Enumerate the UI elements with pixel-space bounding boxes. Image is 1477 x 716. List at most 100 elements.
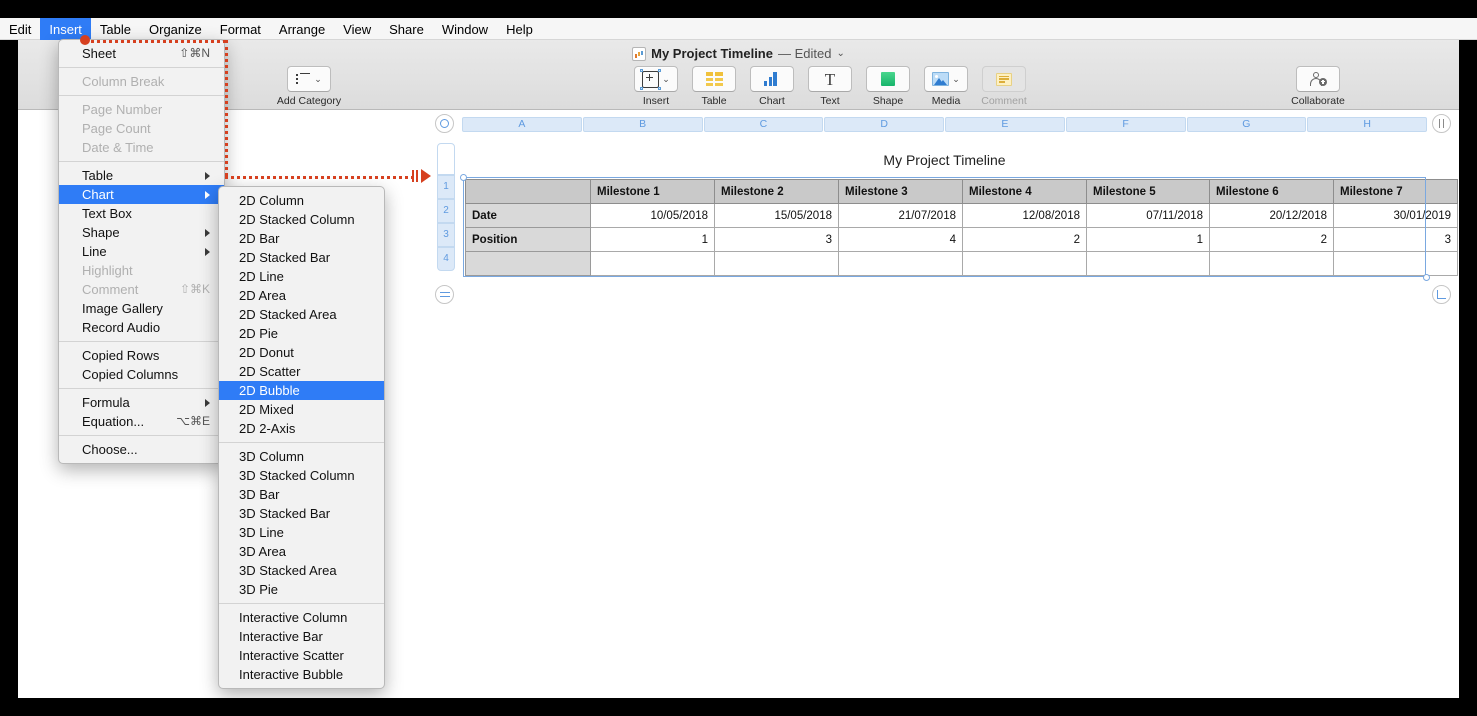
row-header-1[interactable]: 1	[437, 175, 455, 199]
document-title-bar[interactable]: My Project Timeline — Edited ⌄	[18, 46, 1459, 61]
chart-menu-item-2d-column[interactable]: 2D Column	[219, 191, 384, 210]
chart-menu-item-3d-column[interactable]: 3D Column	[219, 447, 384, 466]
table-cell[interactable]: 12/08/2018	[963, 204, 1087, 228]
column-header-d[interactable]: D	[824, 117, 944, 132]
chevron-down-icon[interactable]: ⌄	[662, 75, 670, 84]
table-cell[interactable]: 10/05/2018	[591, 204, 715, 228]
menu-bar-item-table[interactable]: Table	[91, 18, 140, 40]
table-button[interactable]	[692, 66, 736, 92]
chevron-down-icon[interactable]: ⌄	[314, 75, 322, 84]
menu-bar-item-arrange[interactable]: Arrange	[270, 18, 334, 40]
select-all-knob[interactable]	[435, 114, 454, 133]
toolbar-media[interactable]: ⌄ Media	[920, 66, 972, 107]
table-header-cell[interactable]: Milestone 6	[1210, 180, 1334, 204]
insert-menu-item-sheet[interactable]: Sheet⇧⌘N	[59, 44, 224, 63]
chart-menu-item-2d-scatter[interactable]: 2D Scatter	[219, 362, 384, 381]
menu-bar-item-edit[interactable]: Edit	[0, 18, 40, 40]
chart-menu-item-2d-mixed[interactable]: 2D Mixed	[219, 400, 384, 419]
text-button[interactable]: T	[808, 66, 852, 92]
chart-menu-item-2d-stacked-column[interactable]: 2D Stacked Column	[219, 210, 384, 229]
table-cell[interactable]: 20/12/2018	[1210, 204, 1334, 228]
chart-button[interactable]	[750, 66, 794, 92]
table-header-cell[interactable]: Milestone 2	[715, 180, 839, 204]
shape-button[interactable]	[866, 66, 910, 92]
table-header-cell[interactable]: Milestone 5	[1087, 180, 1210, 204]
chart-menu-item-interactive-bubble[interactable]: Interactive Bubble	[219, 665, 384, 684]
add-category-button[interactable]: ⌄	[287, 66, 331, 92]
table-cell[interactable]	[1334, 252, 1458, 276]
table-row-label[interactable]: Date	[466, 204, 591, 228]
add-rows-knob[interactable]	[435, 285, 454, 304]
chart-menu-item-2d-bubble[interactable]: 2D Bubble	[219, 381, 384, 400]
insert-menu[interactable]: Sheet⇧⌘NColumn BreakPage NumberPage Coun…	[58, 39, 225, 464]
column-header-f[interactable]: F	[1066, 117, 1186, 132]
table-cell[interactable]	[839, 252, 963, 276]
table-cell[interactable]: 30/01/2019	[1334, 204, 1458, 228]
chart-menu-item-2d-2-axis[interactable]: 2D 2-Axis	[219, 419, 384, 438]
insert-menu-item-formula[interactable]: Formula	[59, 393, 224, 412]
table-cell[interactable]: 3	[1334, 228, 1458, 252]
table-cell[interactable]: 21/07/2018	[839, 204, 963, 228]
chart-type-submenu[interactable]: 2D Column2D Stacked Column2D Bar 2D Stack…	[218, 186, 385, 689]
collaborate-button[interactable]	[1296, 66, 1340, 92]
table-cell[interactable]	[1087, 252, 1210, 276]
menu-bar-item-view[interactable]: View	[334, 18, 380, 40]
menu-bar-item-window[interactable]: Window	[433, 18, 497, 40]
toolbar-chart[interactable]: Chart	[746, 66, 798, 107]
column-header-h[interactable]: H	[1307, 117, 1427, 132]
toolbar-collaborate[interactable]: Collaborate	[1276, 66, 1360, 107]
chart-menu-item-2d-area[interactable]: 2D Area	[219, 286, 384, 305]
insert-menu-item-record-audio[interactable]: Record Audio	[59, 318, 224, 337]
chart-menu-item-3d-pie[interactable]: 3D Pie	[219, 580, 384, 599]
table-cell[interactable]: 15/05/2018	[715, 204, 839, 228]
insert-menu-item-copied-rows[interactable]: Copied Rows	[59, 346, 224, 365]
chart-menu-item-3d-stacked-area[interactable]: 3D Stacked Area	[219, 561, 384, 580]
chart-menu-item-interactive-scatter[interactable]: Interactive Scatter	[219, 646, 384, 665]
chevron-down-icon[interactable]: ⌄	[836, 48, 844, 59]
table-cell[interactable]	[591, 252, 715, 276]
selection-handle-tl[interactable]	[460, 174, 467, 181]
column-header-a[interactable]: A	[462, 117, 582, 132]
insert-menu-item-chart[interactable]: Chart	[59, 185, 224, 204]
chart-menu-item-interactive-column[interactable]: Interactive Column	[219, 608, 384, 627]
table-cell[interactable]: 2	[963, 228, 1087, 252]
menu-bar-item-format[interactable]: Format	[211, 18, 270, 40]
table-header-cell[interactable]: Milestone 3	[839, 180, 963, 204]
table-row-label[interactable]: Position	[466, 228, 591, 252]
toolbar-add-category[interactable]: ⌄ Add Category	[266, 66, 352, 107]
insert-menu-item-shape[interactable]: Shape	[59, 223, 224, 242]
chart-menu-item-3d-area[interactable]: 3D Area	[219, 542, 384, 561]
selection-handle-br[interactable]	[1423, 274, 1430, 281]
chart-menu-item-2d-donut[interactable]: 2D Donut	[219, 343, 384, 362]
insert-menu-item-table[interactable]: Table	[59, 166, 224, 185]
row-header-4[interactable]: 4	[437, 247, 455, 271]
table-cell[interactable]: 07/11/2018	[1087, 204, 1210, 228]
column-header-e[interactable]: E	[945, 117, 1065, 132]
chart-menu-item-3d-bar[interactable]: 3D Bar	[219, 485, 384, 504]
menu-bar-item-insert[interactable]: Insert	[40, 18, 91, 40]
chart-menu-item-2d-pie[interactable]: 2D Pie	[219, 324, 384, 343]
chart-menu-item-3d-stacked-column[interactable]: 3D Stacked Column	[219, 466, 384, 485]
table-cell[interactable]: 2	[1210, 228, 1334, 252]
column-header-g[interactable]: G	[1187, 117, 1307, 132]
table-cell[interactable]	[715, 252, 839, 276]
chart-menu-item-2d-stacked-area[interactable]: 2D Stacked Area	[219, 305, 384, 324]
insert-menu-item-equation[interactable]: Equation...⌥⌘E	[59, 412, 224, 431]
chart-menu-item-2d-line[interactable]: 2D Line	[219, 267, 384, 286]
table-header-cell[interactable]: Milestone 7	[1334, 180, 1458, 204]
table-header-cell[interactable]: Milestone 4	[963, 180, 1087, 204]
insert-menu-item-line[interactable]: Line	[59, 242, 224, 261]
table-header-cell[interactable]: Milestone 1	[591, 180, 715, 204]
table-cell[interactable]: 1	[591, 228, 715, 252]
chart-menu-item-interactive-bar[interactable]: Interactive Bar	[219, 627, 384, 646]
toolbar-text[interactable]: T Text	[804, 66, 856, 107]
add-columns-knob[interactable]	[1432, 114, 1451, 133]
row-header-3[interactable]: 3	[437, 223, 455, 247]
insert-menu-item-choose[interactable]: Choose...	[59, 440, 224, 459]
column-header-b[interactable]: B	[583, 117, 703, 132]
toolbar-table[interactable]: Table	[688, 66, 740, 107]
table-corner-cell[interactable]	[466, 180, 591, 204]
table-cell[interactable]: 1	[1087, 228, 1210, 252]
menu-bar-item-share[interactable]: Share	[380, 18, 433, 40]
chart-menu-item-2d-bar[interactable]: 2D Bar	[219, 229, 384, 248]
